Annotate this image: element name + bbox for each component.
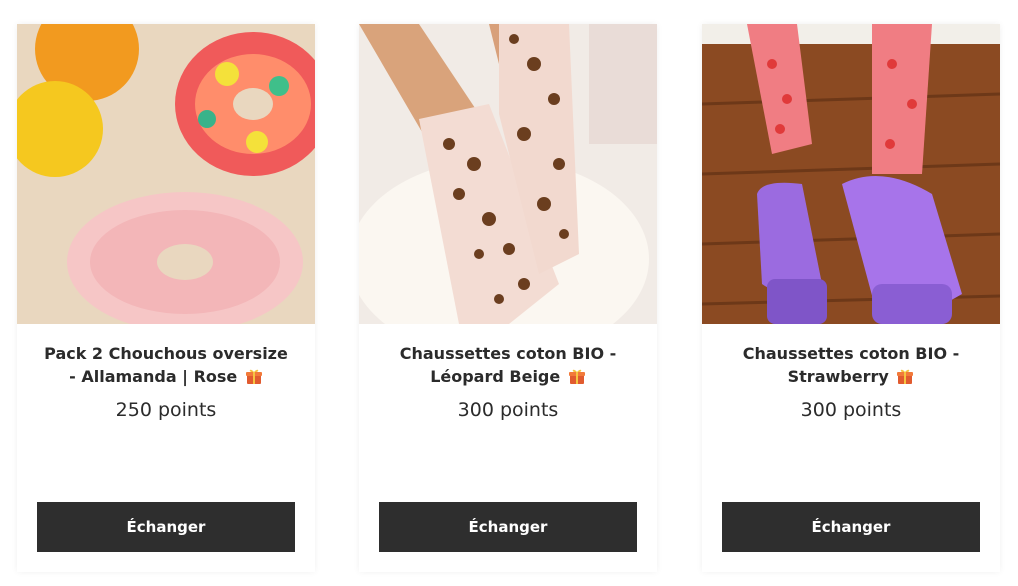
product-title[interactable]: Pack 2 Chouchous oversize - Allamanda | … <box>31 342 301 388</box>
product-image-leopard-socks[interactable] <box>359 24 657 324</box>
product-title-line2: Strawberry <box>787 367 889 386</box>
product-image-strawberry-socks[interactable] <box>702 24 1000 324</box>
gift-icon <box>245 367 263 385</box>
exchange-button[interactable]: Échanger <box>379 502 637 552</box>
points-value: 250 points <box>115 399 217 421</box>
exchange-button[interactable]: Échanger <box>37 502 295 552</box>
product-title-line2: - Allamanda | Rose <box>69 367 238 386</box>
points-value: 300 points <box>800 399 902 421</box>
gift-icon <box>568 367 586 385</box>
product-card-scrunchies: Pack 2 Chouchous oversize - Allamanda | … <box>17 24 315 572</box>
product-title-line1: Chaussettes coton BIO - <box>742 344 960 363</box>
product-title-line1: Chaussettes coton BIO - <box>399 344 617 363</box>
product-card-leopard-socks: Chaussettes coton BIO - Léopard Beige 30… <box>359 24 657 572</box>
exchange-button[interactable]: Échanger <box>722 502 980 552</box>
points-value: 300 points <box>457 399 559 421</box>
product-image-scrunchies[interactable] <box>17 24 315 324</box>
product-title-line1: Pack 2 Chouchous oversize <box>44 344 288 363</box>
rewards-grid: Pack 2 Chouchous oversize - Allamanda | … <box>0 0 1018 586</box>
gift-icon <box>896 367 914 385</box>
product-card-strawberry-socks: Chaussettes coton BIO - Strawberry 300 p… <box>702 24 1000 572</box>
product-title-line2: Léopard Beige <box>430 367 561 386</box>
product-title[interactable]: Chaussettes coton BIO - Léopard Beige <box>373 342 643 388</box>
product-title[interactable]: Chaussettes coton BIO - Strawberry <box>716 342 986 388</box>
